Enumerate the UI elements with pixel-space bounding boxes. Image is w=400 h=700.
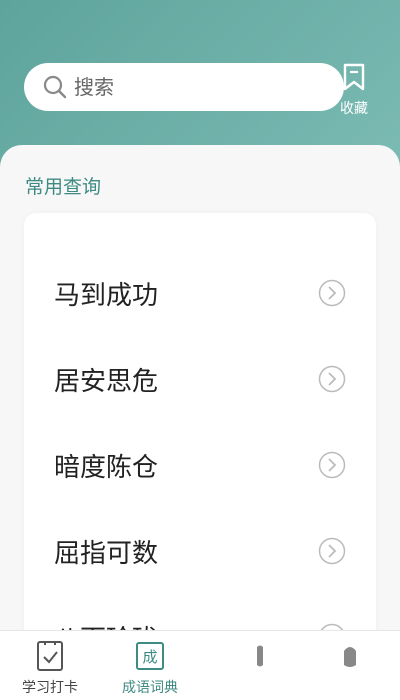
idiom-item-4[interactable]: 屈指可数 xyxy=(24,508,376,594)
idiom-label: 马到成功 xyxy=(54,280,159,311)
tab-4[interactable] xyxy=(300,631,400,700)
chevron-right-icon xyxy=(320,623,344,630)
tab-idiom-dictionary[interactable]: 成 成语词典 xyxy=(100,631,200,700)
idiom-label: 八面玲珑 xyxy=(54,619,158,631)
tab-study-checkin[interactable]: 学习打卡 xyxy=(0,631,100,700)
main-panel: 常用查询 马到成功 居安思危 暗度陈仓 屈指可数 xyxy=(0,145,400,630)
search-icon xyxy=(43,75,67,99)
search-bar[interactable] xyxy=(24,63,344,111)
idiom-label: 暗度陈仓 xyxy=(54,452,159,483)
search-input[interactable] xyxy=(74,75,294,99)
checklist-icon xyxy=(37,641,63,671)
chevron-right-icon xyxy=(318,279,346,307)
idiom-label: 屈指可数 xyxy=(54,538,159,569)
tab-3[interactable] xyxy=(210,631,310,700)
tab-4-icon xyxy=(344,647,356,667)
favorites-button[interactable]: 收藏 xyxy=(334,62,374,124)
idiom-list: 马到成功 居安思危 暗度陈仓 屈指可数 xyxy=(24,213,376,630)
idiom-label: 居安思危 xyxy=(54,366,159,397)
idiom-item-2[interactable]: 居安思危 xyxy=(24,336,376,422)
dictionary-icon-char: 成 xyxy=(142,648,157,666)
chevron-right-icon xyxy=(318,537,346,565)
dictionary-icon: 成 xyxy=(136,642,164,670)
bottom-tab-bar: 学习打卡 成 成语词典 xyxy=(0,630,400,700)
idiom-item-1[interactable]: 马到成功 xyxy=(24,250,376,336)
tab-label: 成语词典 xyxy=(122,680,178,696)
bookmark-icon xyxy=(343,63,365,91)
idiom-item-5[interactable]: 八面玲珑 xyxy=(24,594,376,630)
idiom-item-3[interactable]: 暗度陈仓 xyxy=(24,422,376,508)
tab-label: 学习打卡 xyxy=(22,680,78,696)
section-title: 常用查询 xyxy=(25,176,102,198)
chevron-right-icon xyxy=(318,365,346,393)
chevron-right-icon xyxy=(318,451,346,479)
tab-3-icon xyxy=(257,645,263,667)
favorites-label: 收藏 xyxy=(340,101,368,117)
